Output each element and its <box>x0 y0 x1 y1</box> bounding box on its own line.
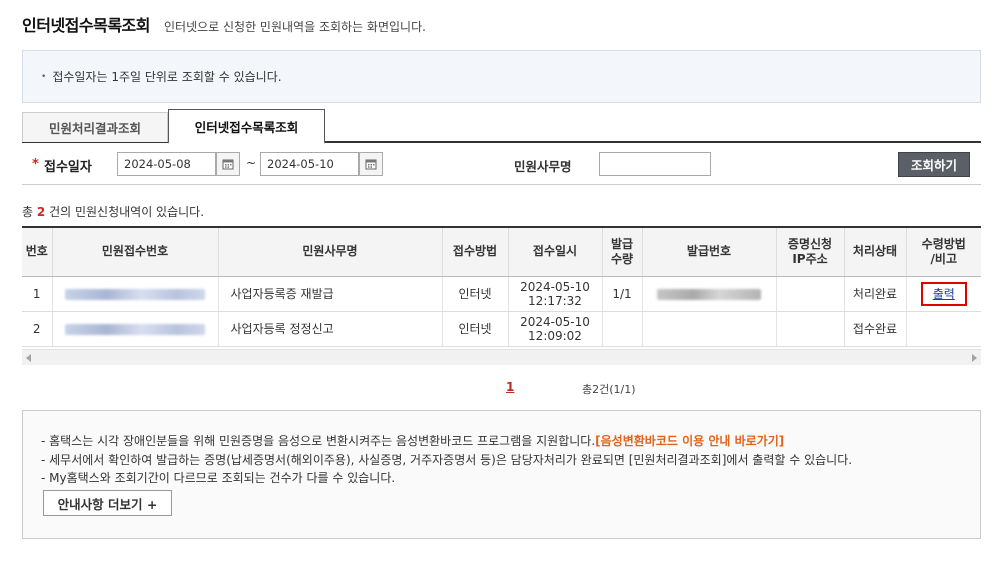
cell-date: 2024-05-10 12:17:32 <box>508 276 603 312</box>
cell-qty: 1/1 <box>602 276 643 312</box>
page-summary: 총2건(1/1) <box>582 383 636 396</box>
notice-text: 접수일자는 1주일 단위로 조회할 수 있습니다. <box>52 70 282 84</box>
cell-status: 접수완료 <box>844 311 907 347</box>
result-count-number: 2 <box>36 205 46 219</box>
cell-note: 출력 <box>906 276 981 312</box>
result-grid: 번호 민원접수번호 민원사무명 접수방법 접수일시 발급 수량 발급번호 증명신… <box>22 226 981 366</box>
date-label: 접수일자 <box>44 160 92 175</box>
header-issue-no: 발급번호 <box>642 228 777 277</box>
start-calendar-button[interactable] <box>216 152 240 176</box>
cell-issue-no <box>642 311 777 347</box>
header-status: 처리상태 <box>844 228 907 277</box>
cell-ip <box>776 276 845 312</box>
scroll-right-arrow-icon[interactable] <box>972 354 977 362</box>
page-header: 인터넷접수목록조회 인터넷으로 신청한 민원내역을 조회하는 화면입니다. <box>22 12 426 35</box>
print-link[interactable]: 출력 <box>920 281 967 306</box>
info-text: - 홈택스는 시각 장애인분들을 위해 민원증명을 음성으로 변환시켜주는 음성… <box>41 434 596 448</box>
date-separator: ~ <box>246 156 257 170</box>
cell-office: 사업자등록 정정신고 <box>218 311 443 347</box>
page-description: 인터넷으로 신청한 민원내역을 조회하는 화면입니다. <box>163 20 426 34</box>
search-panel: * 접수일자 ~ 민원사무명 조회하기 <box>22 143 981 185</box>
page-link-current[interactable]: 1 <box>506 380 514 394</box>
end-date-input[interactable] <box>260 152 359 176</box>
cell-note <box>906 311 981 347</box>
scroll-left-arrow-icon[interactable] <box>26 354 31 362</box>
cell-date-day: 2024-05-10 <box>520 279 590 294</box>
calendar-icon <box>222 159 234 170</box>
barcode-guide-link[interactable]: [음성변환바코드 이용 안내 바로가기] <box>595 434 784 448</box>
start-date-input[interactable] <box>117 152 216 176</box>
cell-date-time: 12:09:02 <box>528 328 582 343</box>
result-suffix: 건의 민원신청내역이 있습니다. <box>49 205 205 219</box>
notice-bullet: • <box>41 71 47 82</box>
office-input[interactable] <box>599 152 711 176</box>
cell-method: 인터넷 <box>442 311 509 347</box>
cell-receipt-no-redacted <box>52 311 219 347</box>
cell-date-time: 12:17:32 <box>528 293 582 308</box>
header-receipt-no: 민원접수번호 <box>52 228 219 277</box>
cell-status: 처리완료 <box>844 276 907 312</box>
end-calendar-button[interactable] <box>359 152 383 176</box>
cell-date-day: 2024-05-10 <box>520 314 590 329</box>
result-table: 번호 민원접수번호 민원사무명 접수방법 접수일시 발급 수량 발급번호 증명신… <box>22 228 981 347</box>
cell-office: 사업자등록증 재발급 <box>218 276 443 312</box>
cell-date: 2024-05-10 12:09:02 <box>508 311 603 347</box>
info-line-barcode: - 홈택스는 시각 장애인분들을 위해 민원증명을 음성으로 변환시켜주는 음성… <box>41 432 784 449</box>
result-prefix: 총 <box>22 205 34 219</box>
header-date: 접수일시 <box>508 228 603 277</box>
cell-method: 인터넷 <box>442 276 509 312</box>
header-no: 번호 <box>22 228 53 277</box>
cell-qty <box>602 311 643 347</box>
tab-internet-list[interactable]: 인터넷접수목록조회 <box>168 109 325 144</box>
required-mark: * <box>32 157 39 172</box>
table-header-row: 번호 민원접수번호 민원사무명 접수방법 접수일시 발급 수량 발급번호 증명신… <box>22 228 981 277</box>
cell-receipt-no-redacted <box>52 276 219 312</box>
cell-no: 1 <box>22 276 53 312</box>
result-count: 총 2 건의 민원신청내역이 있습니다. <box>22 203 204 220</box>
header-office: 민원사무명 <box>218 228 443 277</box>
table-row: 1 사업자등록증 재발급 인터넷 2024-05-10 12:17:32 1/1… <box>22 276 981 312</box>
cell-no: 2 <box>22 311 53 347</box>
cell-issue-no-redacted <box>642 276 777 312</box>
office-label: 민원사무명 <box>514 159 572 174</box>
info-line-period: - My홈택스와 조회기간이 다르므로 조회되는 건수가 다를 수 있습니다. <box>41 471 396 485</box>
header-ip: 증명신청 IP주소 <box>776 228 845 277</box>
table-row: 2 사업자등록 정정신고 인터넷 2024-05-10 12:09:02 접수완… <box>22 311 981 347</box>
cell-ip <box>776 311 845 347</box>
search-button[interactable]: 조회하기 <box>898 152 970 177</box>
tab-bar: 민원처리결과조회 인터넷접수목록조회 <box>22 109 981 144</box>
horizontal-scrollbar[interactable] <box>22 349 981 365</box>
more-info-button[interactable]: 안내사항 더보기 + <box>43 490 172 516</box>
info-box: - 홈택스는 시각 장애인분들을 위해 민원증명을 음성으로 변환시켜주는 음성… <box>22 410 981 539</box>
notice-box: • 접수일자는 1주일 단위로 조회할 수 있습니다. <box>22 50 981 103</box>
calendar-icon <box>365 159 377 170</box>
header-qty: 발급 수량 <box>602 228 643 277</box>
header-note: 수령방법 /비고 <box>906 228 981 277</box>
info-line-tax-office: - 세무서에서 확인하여 발급하는 증명(납세증명서(해외이주용), 사실증명,… <box>41 453 853 467</box>
header-method: 접수방법 <box>442 228 509 277</box>
page-title: 인터넷접수목록조회 <box>22 16 150 35</box>
tab-civil-result[interactable]: 민원처리결과조회 <box>22 112 168 142</box>
